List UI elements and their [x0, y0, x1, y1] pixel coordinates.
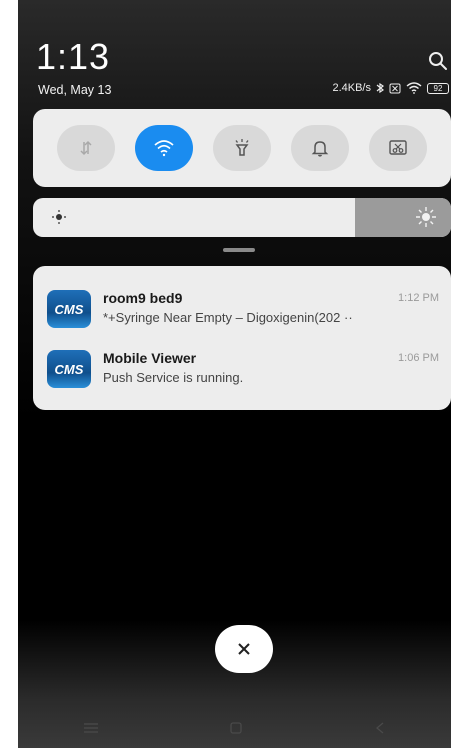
flashlight-icon: [235, 139, 249, 156]
wifi-toggle[interactable]: [135, 125, 193, 171]
quick-settings-panel: [33, 109, 451, 187]
brightness-slider[interactable]: [33, 198, 451, 237]
flashlight-toggle[interactable]: [213, 125, 271, 171]
network-speed: 2.4KB/s: [332, 82, 371, 94]
date: Wed, May 13: [38, 83, 112, 97]
notification-body: Push Service is running.: [103, 370, 244, 385]
wifi-icon: [154, 140, 174, 157]
cms-app-icon: CMS: [47, 290, 91, 328]
notification-shade: 1:13 Wed, May 13 2.4KB/s 92 CMS room9 be…: [18, 0, 451, 748]
mobile-data-toggle[interactable]: [57, 125, 115, 171]
search-icon[interactable]: [427, 50, 449, 72]
home-icon[interactable]: [229, 721, 243, 735]
menu-icon[interactable]: [83, 722, 99, 734]
screenshot-icon: [389, 140, 407, 155]
bluetooth-icon: [376, 82, 384, 94]
notification-time: 1:12 PM: [398, 292, 439, 304]
notification-item[interactable]: CMS room9 bed9 1:12 PM *+Syringe Near Em…: [33, 290, 451, 346]
sound-toggle[interactable]: [291, 125, 349, 171]
sim-off-icon: [389, 83, 401, 93]
cms-app-icon: CMS: [47, 350, 91, 388]
notification-body: *+Syringe Near Empty – Digoxigenin(202 ·…: [103, 310, 353, 325]
battery-icon: 92: [427, 82, 449, 94]
brightness-high-icon: [416, 207, 436, 227]
screenshot-toggle[interactable]: [369, 125, 427, 171]
notification-title: Mobile Viewer: [103, 350, 197, 366]
notification-time: 1:06 PM: [398, 352, 439, 364]
navigation-bar: [18, 708, 451, 748]
bell-icon: [311, 141, 329, 157]
drag-handle[interactable]: [223, 248, 255, 252]
close-icon: [238, 643, 250, 655]
back-icon[interactable]: [374, 721, 386, 735]
notifications-panel: CMS room9 bed9 1:12 PM *+Syringe Near Em…: [33, 266, 451, 410]
wifi-status-icon: [406, 82, 422, 94]
mobile-data-icon: [80, 140, 92, 156]
notification-title: room9 bed9: [103, 290, 183, 306]
status-bar-icons: 2.4KB/s 92: [332, 82, 449, 94]
notification-item[interactable]: CMS Mobile Viewer 1:06 PM Push Service i…: [33, 350, 451, 406]
clock: 1:13: [36, 36, 111, 77]
clear-all-button[interactable]: [215, 625, 273, 673]
brightness-low-icon: [52, 210, 66, 224]
